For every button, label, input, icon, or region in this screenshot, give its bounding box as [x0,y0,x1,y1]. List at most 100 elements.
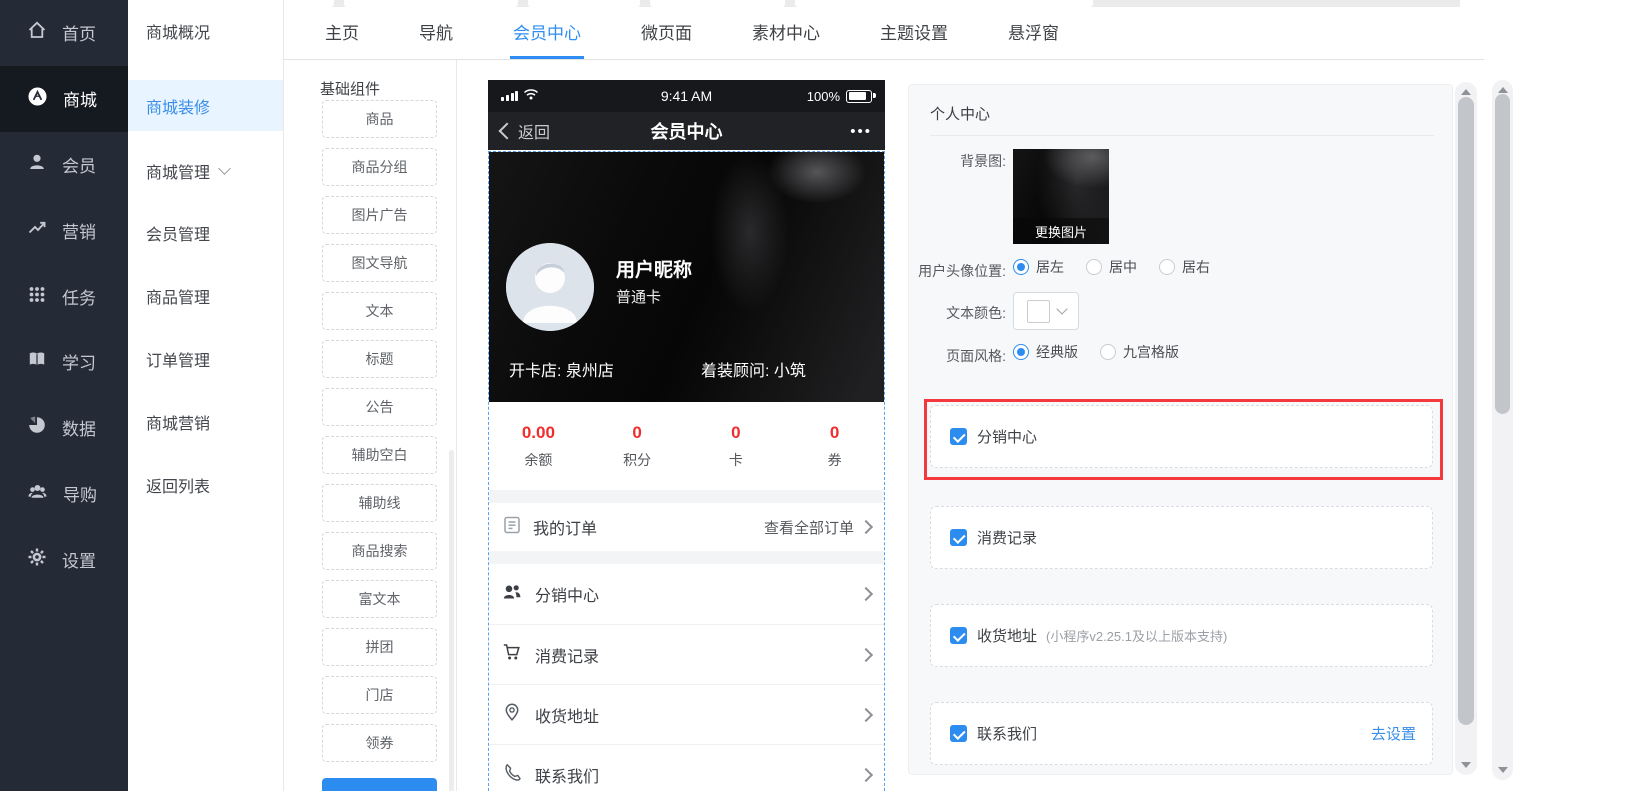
location-pin-icon [502,702,522,727]
go-setup-link[interactable]: 去设置 [1371,723,1416,744]
tab-float-window[interactable]: 悬浮窗 [1005,7,1062,59]
submenu-item-back-list[interactable]: 返回列表 [128,459,283,510]
stat-cards[interactable]: 0卡 [687,402,786,490]
panel-scrollbar[interactable] [1455,82,1477,775]
components-title: 基础组件 [320,81,381,98]
page-scrollbar-thumb[interactable] [1495,94,1510,414]
component-goods[interactable]: 商品 [322,100,437,138]
my-orders-row[interactable]: 我的订单 查看全部订单 [489,503,884,551]
grid-dots-icon [27,284,47,309]
tab-member-center[interactable]: 会员中心 [510,7,584,59]
component-blank[interactable]: 辅助空白 [322,436,437,474]
radio-classic[interactable]: 经典版 [1013,342,1078,362]
module-row-consumption: 消费记录 [930,506,1433,569]
stat-balance[interactable]: 0.00 余额 [489,402,588,490]
tab-material-center[interactable]: 素材中心 [749,7,823,59]
sidebar-item-label: 营销 [62,222,96,242]
component-image-text-nav[interactable]: 图文导航 [322,244,437,282]
sidebar-item-learn[interactable]: 学习 [0,329,128,395]
radio-align-left[interactable]: 居左 [1013,257,1064,277]
scroll-down-icon[interactable] [1461,762,1471,768]
section-gap [489,551,884,564]
submenu-label: 商城概况 [146,24,211,42]
radio-icon [1159,259,1175,275]
tab-theme-settings[interactable]: 主题设置 [877,7,951,59]
background-thumbnail[interactable]: 更换图片 [1013,149,1109,244]
member-icon [27,152,47,177]
tab-micro-page[interactable]: 微页面 [638,7,695,59]
module-row-contact: 联系我们 去设置 [930,702,1433,765]
menu-row-consumption[interactable]: 消费记录 [489,624,884,684]
radio-grid[interactable]: 九宫格版 [1100,342,1179,362]
components-scrollbar[interactable] [449,450,454,791]
sidebar-item-label: 首页 [62,25,96,45]
change-image-button[interactable]: 更换图片 [1013,218,1109,244]
panel-scrollbar-thumb[interactable] [1458,97,1474,725]
scroll-up-icon[interactable] [1461,89,1471,95]
chevron-right-icon [858,519,874,535]
stat-points[interactable]: 0 积分 [588,402,687,490]
profile-header[interactable]: 用户昵称 普通卡 开卡店: 泉州店 着装顾问: 小筑 [489,152,884,402]
checkbox-address[interactable] [950,627,967,644]
scroll-up-icon[interactable] [1497,87,1508,93]
distribution-icon [502,582,522,607]
component-title[interactable]: 标题 [322,340,437,378]
settings-panel: 个人中心 背景图: 更换图片 用户头像位置: 居左 居中 居右 文本颜色: 页面… [908,84,1453,775]
page-scrollbar[interactable] [1492,80,1513,780]
sidebar-item-label: 设置 [62,551,96,571]
submenu-item-decorate[interactable]: 商城装修 [128,80,283,131]
submenu-item-members[interactable]: 会员管理 [128,207,283,258]
sidebar-item-home[interactable]: 首页 [0,0,128,66]
submenu-item-orders[interactable]: 订单管理 [128,333,283,384]
my-orders-label: 我的订单 [533,521,598,538]
card-level: 普通卡 [616,289,662,306]
view-all-orders-link: 查看全部订单 [763,519,854,537]
tab-home[interactable]: 主页 [322,7,362,59]
submenu-item-marketing[interactable]: 商城营销 [128,396,283,447]
menu-row-address[interactable]: 收货地址 [489,684,884,744]
advisor-text: 着装顾问: 小筑 [701,363,806,380]
component-goods-search[interactable]: 商品搜索 [322,532,437,570]
radio-align-right[interactable]: 居右 [1159,257,1210,277]
component-notice[interactable]: 公告 [322,388,437,426]
radio-align-center[interactable]: 居中 [1086,257,1137,277]
stat-coupons[interactable]: 0券 [785,402,884,490]
checkbox-consumption[interactable] [950,529,967,546]
text-color-picker[interactable] [1013,292,1079,330]
browser-strip-item [344,0,518,7]
sidebar-item-mall[interactable]: 商城 [0,65,128,132]
submenu-label: 商品管理 [146,289,211,307]
menu-row-contact[interactable]: 联系我们 [489,744,884,791]
tab-nav[interactable]: 导航 [416,7,456,59]
checkbox-distribution[interactable] [950,428,967,445]
sidebar-item-settings[interactable]: 设置 [0,526,128,592]
components-panel: 基础组件 商品 商品分组 图片广告 图文导航 文本 标题 公告 辅助空白 辅助线… [284,60,457,791]
sidebar-item-marketing[interactable]: 营销 [0,197,128,263]
component-store[interactable]: 门店 [322,676,437,714]
component-image-ad[interactable]: 图片广告 [322,196,437,234]
cart-icon [502,642,522,667]
menu-row-distribution[interactable]: 分销中心 [489,564,884,624]
submenu-item-overview[interactable]: 商城概况 [128,5,283,56]
color-swatch [1026,299,1050,323]
component-coupon[interactable]: 领券 [322,724,437,762]
sidebar-item-label: 导购 [63,485,97,505]
module-label: 收货地址 [977,628,1038,645]
component-divider[interactable]: 辅助线 [322,484,437,522]
sidebar-item-tasks[interactable]: 任务 [0,263,128,329]
sidebar-item-data[interactable]: 数据 [0,395,128,461]
gear-icon [27,547,47,572]
submenu-item-manage[interactable]: 商城管理 [128,145,283,196]
component-group-buy[interactable]: 拼团 [322,628,437,666]
chevron-down-icon [1055,303,1068,315]
member-center-component[interactable]: 用户昵称 普通卡 开卡店: 泉州店 着装顾问: 小筑 0.00 余额 0 积分 0卡… [488,151,885,791]
submenu-item-goods[interactable]: 商品管理 [128,270,283,321]
checkbox-contact[interactable] [950,725,967,742]
sidebar-item-guide[interactable]: 导购 [0,461,128,527]
component-rich-text[interactable]: 富文本 [322,580,437,618]
scroll-down-icon[interactable] [1497,767,1508,773]
save-button[interactable]: 保存 [322,778,437,791]
component-text[interactable]: 文本 [322,292,437,330]
sidebar-item-member[interactable]: 会员 [0,132,128,198]
component-goods-group[interactable]: 商品分组 [322,148,437,186]
